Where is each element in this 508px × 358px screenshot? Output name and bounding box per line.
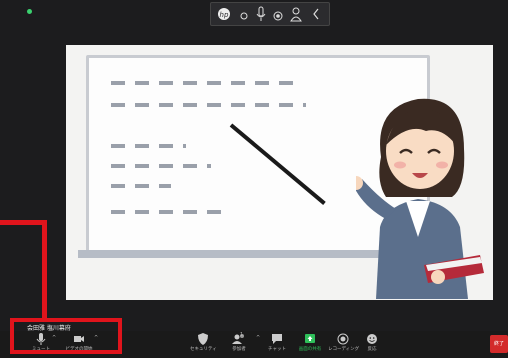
- record-button[interactable]: レコーディング: [328, 332, 360, 357]
- annotation-highlight-box: [10, 318, 122, 354]
- mic-stand-icon[interactable]: [254, 6, 268, 22]
- dot-icon: [237, 6, 251, 22]
- meeting-screen: hp 会田雅 塩川幕府 ミュート ^ ビデオの開始 ^ セキュリティ 参加者 1…: [0, 0, 508, 358]
- target-icon[interactable]: [271, 6, 285, 22]
- chat-label: チャット: [268, 347, 286, 352]
- svg-text:hp: hp: [220, 11, 229, 19]
- chat-bubble-icon: [272, 334, 282, 344]
- board-text-line: [111, 164, 211, 168]
- shared-screen-content: [66, 45, 493, 300]
- share-screen-icon: [305, 334, 315, 343]
- reactions-button[interactable]: 反応: [362, 332, 382, 357]
- teacher-illustration: [356, 98, 484, 299]
- participants-button[interactable]: 参加者: [226, 332, 252, 357]
- chevron-up-icon[interactable]: ^: [256, 335, 260, 341]
- security-label: セキュリティ: [190, 347, 217, 352]
- chat-button[interactable]: チャット: [264, 332, 290, 357]
- end-meeting-button[interactable]: 終了: [490, 335, 508, 353]
- floating-control-bar[interactable]: hp: [210, 2, 330, 26]
- board-text-line: [111, 210, 231, 214]
- board-text-line: [111, 103, 306, 107]
- person-icon[interactable]: [289, 6, 303, 22]
- annotation-line-vertical: [42, 220, 47, 318]
- record-icon: [337, 333, 349, 345]
- shield-icon: [198, 333, 208, 345]
- board-text-line: [111, 81, 301, 85]
- status-dot: [27, 9, 32, 14]
- reactions-label: 反応: [367, 347, 377, 352]
- participants-label: 参加者: [232, 347, 246, 352]
- participants-count: 1: [240, 332, 244, 338]
- board-text-line: [111, 144, 186, 148]
- security-button[interactable]: セキュリティ: [190, 332, 217, 357]
- annotation-line-horizontal: [0, 220, 47, 225]
- record-label: レコーディング: [328, 347, 360, 352]
- participants-icon: [232, 334, 244, 344]
- board-text-line: [111, 184, 171, 188]
- share-label: 画面の共有: [298, 347, 322, 352]
- chevron-left-icon[interactable]: [309, 6, 323, 22]
- smiley-icon: [367, 334, 377, 344]
- share-screen-button[interactable]: 画面の共有: [296, 332, 324, 357]
- hp-logo-icon[interactable]: hp: [217, 6, 231, 22]
